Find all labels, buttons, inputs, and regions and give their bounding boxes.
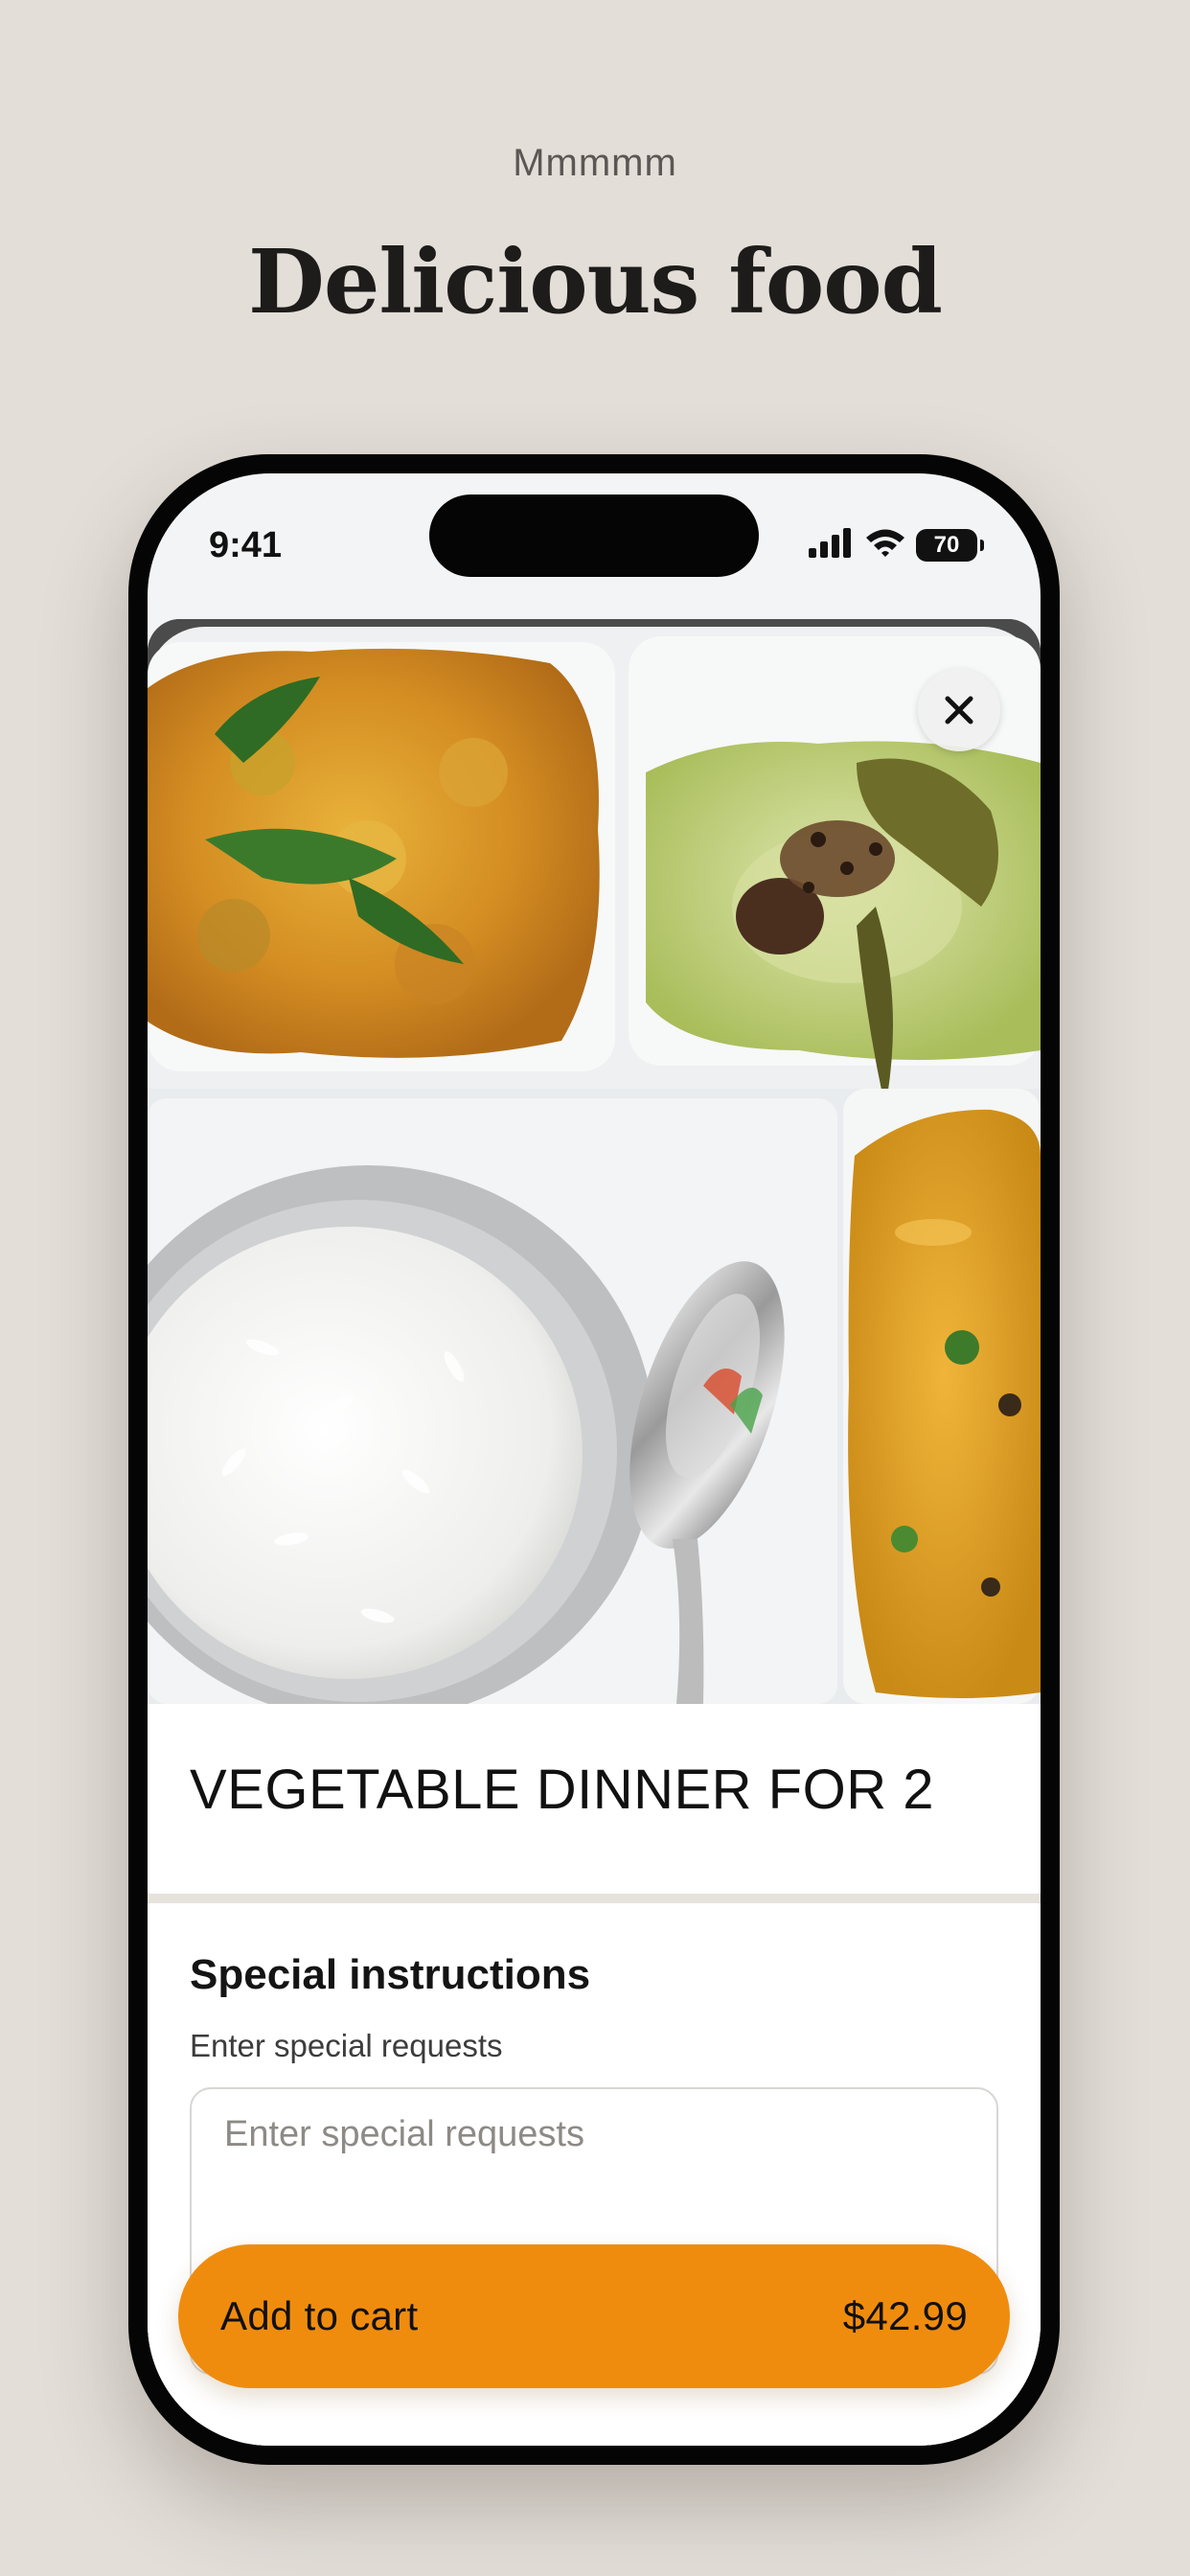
add-to-cart-button[interactable]: Add to cart $42.99	[178, 2244, 1010, 2388]
eyebrow-text: Mmmmm	[513, 142, 677, 184]
add-to-cart-label: Add to cart	[220, 2293, 419, 2338]
phone-screen: 9:41 70 VEGETABLE DINNER FOR 2 Special i…	[148, 473, 1041, 2446]
item-title-block: VEGETABLE DINNER FOR 2	[148, 1704, 1041, 1894]
battery-level: 70	[933, 531, 960, 558]
section-divider	[148, 1894, 1041, 1903]
cart-price: $42.99	[842, 2293, 968, 2338]
special-instructions-label: Enter special requests	[190, 2028, 503, 2063]
special-instructions-heading: Special instructions	[190, 1951, 591, 1998]
close-icon	[945, 696, 973, 724]
status-time: 9:41	[209, 525, 283, 565]
signal-icon	[807, 527, 855, 563]
wifi-icon	[864, 527, 906, 563]
headline: Delicious food	[248, 230, 943, 334]
food-photo	[148, 619, 1041, 1704]
close-button[interactable]	[918, 669, 1000, 751]
item-detail-sheet: VEGETABLE DINNER FOR 2 Special instructi…	[148, 619, 1041, 2446]
phone-frame: 9:41 70 VEGETABLE DINNER FOR 2 Special i…	[128, 454, 1060, 2465]
status-bar: 9:41 70	[148, 473, 1041, 588]
status-icons: 70	[807, 527, 984, 563]
item-title: VEGETABLE DINNER FOR 2	[190, 1759, 934, 1821]
dynamic-island	[429, 494, 759, 577]
battery-icon: 70	[916, 528, 984, 562]
